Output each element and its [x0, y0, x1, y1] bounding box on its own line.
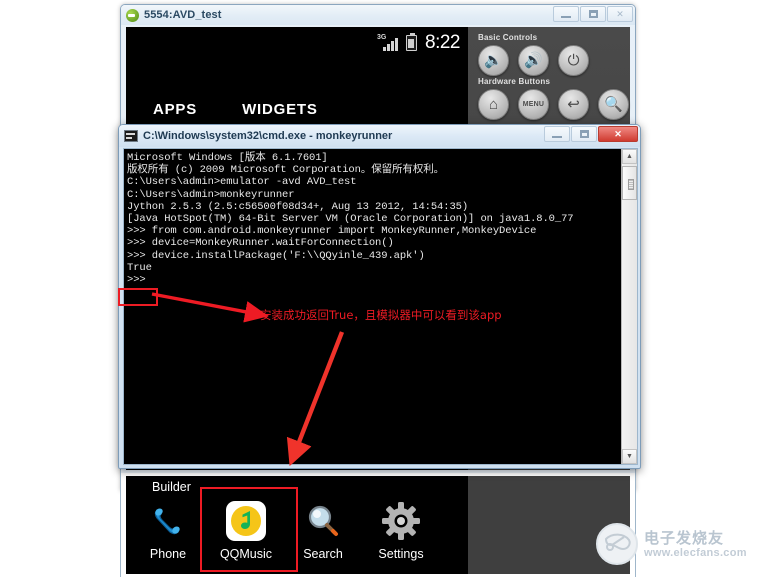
emulator-minimize-button[interactable] — [553, 6, 579, 22]
menu-button[interactable]: MENU — [518, 89, 549, 120]
cmd-window-title: C:\Windows\system32\cmd.exe - monkeyrunn… — [143, 130, 393, 142]
emulator-maximize-button[interactable] — [580, 6, 606, 22]
console-icon — [124, 130, 138, 142]
screenshot-root: 5554:AVD_test ✕ 3G 8:22 APPS WIDGETS Bas… — [0, 0, 768, 577]
scrollbar-thumb[interactable] — [622, 166, 637, 200]
power-button[interactable]: ⏻ — [558, 45, 589, 76]
console-line: Microsoft Windows [版本 6.1.7601] — [127, 152, 328, 164]
console-line: Jython 2.5.3 (2.5:c56500f08d34+, Aug 13 … — [127, 200, 469, 213]
emulator-close-button[interactable]: ✕ — [607, 6, 633, 22]
console-line: [Java HotSpot(TM) 64-Bit Server VM (Orac… — [127, 213, 574, 226]
app-drawer-strip: Builder Phone QQMusic Search Settings — [120, 470, 636, 577]
cmd-window: C:\Windows\system32\cmd.exe - monkeyrunn… — [118, 124, 641, 469]
annotation-note-text: 安装成功返回True，且模拟器中可以看到该app — [260, 308, 502, 322]
watermark: 电子发烧友 www.elecfans.com — [596, 521, 764, 571]
volume-up-button[interactable]: 🔊 — [518, 45, 549, 76]
app-label-phone: Phone — [149, 547, 187, 561]
hardware-buttons-label: Hardware Buttons — [478, 77, 551, 86]
cmd-minimize-button[interactable] — [544, 126, 570, 142]
console-line: >>> device=MonkeyRunner.waitForConnectio… — [127, 237, 394, 250]
tab-apps[interactable]: APPS — [153, 101, 197, 118]
settings-gear-icon — [364, 498, 438, 544]
back-arrow-icon: ↩ — [567, 96, 580, 113]
console-scrollbar[interactable]: ▲ ▼ — [621, 149, 637, 464]
back-button[interactable]: ↩ — [558, 89, 589, 120]
menu-label: MENU — [522, 101, 545, 108]
qqmusic-highlight-box — [200, 487, 298, 572]
watermark-logo-icon — [596, 523, 638, 565]
console-prompt: >>> — [127, 274, 146, 287]
phone-icon — [131, 498, 205, 544]
scroll-up-arrow[interactable]: ▲ — [622, 149, 637, 164]
emulator-window-buttons: ✕ — [552, 6, 633, 22]
power-icon: ⏻ — [567, 52, 580, 69]
search-button[interactable]: 🔍 — [598, 89, 629, 120]
status-bar-clock: 8:22 — [425, 32, 460, 53]
cmd-close-button[interactable]: ✕ — [598, 126, 638, 142]
battery-icon — [406, 32, 418, 51]
search-icon: 🔍 — [604, 96, 623, 113]
scroll-down-arrow[interactable]: ▼ — [622, 449, 637, 464]
emulator-title-bar[interactable]: 5554:AVD_test ✕ — [121, 5, 635, 25]
console-line: 版权所有 (c) 2009 Microsoft Corporation。保留所有… — [127, 164, 445, 177]
tab-widgets[interactable]: WIDGETS — [242, 101, 318, 118]
app-label-settings: Settings — [378, 547, 424, 561]
console-line: C:\Users\admin>monkeyrunner — [127, 188, 295, 201]
watermark-brand: 电子发烧友 — [644, 529, 725, 547]
console-line-result: True — [127, 261, 152, 274]
app-cell-phone[interactable]: Phone — [131, 498, 205, 561]
signal-bars-icon: 3G — [377, 34, 399, 52]
cmd-title-bar[interactable]: C:\Windows\system32\cmd.exe - monkeyrunn… — [119, 125, 640, 147]
app-cell-settings[interactable]: Settings — [364, 498, 438, 561]
emulator-window-title: 5554:AVD_test — [144, 9, 222, 21]
partial-app-label-builder: Builder — [152, 480, 191, 494]
home-button[interactable]: ⌂ — [478, 89, 509, 120]
console-line: >>> from com.android.monkeyrunner import… — [127, 225, 537, 238]
console-line: C:\Users\admin>emulator -avd AVD_test — [127, 176, 357, 189]
android-status-bar: 3G 8:22 — [126, 27, 468, 59]
app-drawer-tabs: APPS WIDGETS — [126, 89, 468, 129]
cmd-window-buttons: ✕ — [543, 126, 638, 142]
home-icon: ⌂ — [488, 96, 499, 113]
watermark-url: www.elecfans.com — [644, 547, 747, 559]
basic-controls-label: Basic Controls — [478, 33, 538, 42]
console-line: >>> device.installPackage('F:\\QQyinle_4… — [127, 249, 425, 262]
android-emulator-icon — [126, 8, 139, 22]
volume-down-button[interactable]: 🔈 — [478, 45, 509, 76]
cmd-maximize-button[interactable] — [571, 126, 597, 142]
volume-up-icon: 🔊 — [524, 52, 543, 69]
true-value-highlight-box — [118, 288, 158, 306]
volume-down-icon: 🔈 — [484, 52, 503, 69]
